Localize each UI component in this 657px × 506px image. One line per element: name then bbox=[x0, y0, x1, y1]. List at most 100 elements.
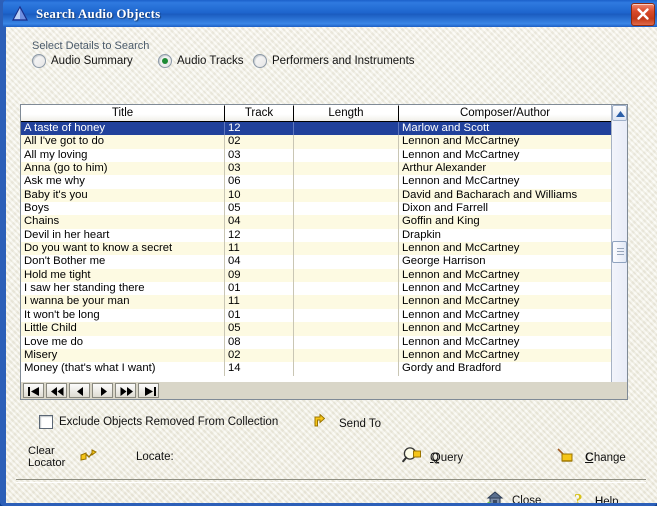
cell-composer: Lennon and McCartney bbox=[402, 148, 520, 161]
house-icon bbox=[486, 490, 504, 503]
cell-track: 06 bbox=[225, 175, 294, 189]
next-page-icon[interactable] bbox=[115, 383, 136, 398]
locate-label: Locate: bbox=[136, 451, 174, 463]
cell-title: Money (that's what I want) bbox=[21, 362, 225, 376]
table-row[interactable]: It won't be long 01 Lennon and McCartney bbox=[21, 308, 612, 323]
column-header-track[interactable]: Track bbox=[225, 105, 294, 121]
cell-composer: Arthur Alexander bbox=[402, 162, 487, 175]
table-row[interactable]: Money (that's what I want) 14 Gordy and Br… bbox=[21, 362, 612, 376]
cell-title: Hold me tight bbox=[21, 268, 225, 283]
table-row[interactable]: All my loving 03 Lennon and McCartney bbox=[21, 148, 612, 163]
last-record-icon[interactable] bbox=[138, 383, 159, 398]
table-row[interactable]: All I've got to do 02 Lennon and McCartney bbox=[21, 135, 612, 149]
record-navigator bbox=[20, 382, 628, 400]
clear-locator-button[interactable]: Clear Locator bbox=[28, 445, 99, 469]
close-button[interactable]: Close bbox=[486, 490, 541, 503]
cell-length bbox=[294, 175, 399, 189]
cell-composer: Lennon and McCartney bbox=[402, 322, 520, 335]
cell-track: 04 bbox=[225, 215, 294, 229]
magnifier-icon bbox=[402, 446, 422, 469]
pencil-folder-icon bbox=[555, 446, 577, 469]
table-row[interactable]: Devil in her heart 12 Drapkin bbox=[21, 228, 612, 243]
grid-vertical-scrollbar[interactable] bbox=[611, 105, 627, 399]
search-options-radio-group: Audio Summary Audio Tracks Performers an… bbox=[32, 54, 632, 72]
cell-composer: Goffin and King bbox=[402, 215, 480, 228]
checkbox-box-icon[interactable] bbox=[39, 415, 53, 429]
radio-dot-icon bbox=[32, 54, 46, 68]
cell-title: Little Child bbox=[21, 322, 225, 336]
radio-performers-and-instruments[interactable]: Performers and Instruments bbox=[253, 54, 415, 68]
close-icon[interactable] bbox=[631, 3, 655, 26]
cell-composer: Lennon and McCartney bbox=[402, 282, 520, 295]
table-row[interactable]: I saw her standing there 01 Lennon and McC… bbox=[21, 282, 612, 296]
cell-title: I wanna be your man bbox=[21, 295, 225, 309]
cell-track: 05 bbox=[225, 322, 294, 336]
prev-page-icon[interactable] bbox=[46, 383, 67, 398]
cell-composer: Lennon and McCartney bbox=[402, 335, 520, 348]
radio-audio-summary[interactable]: Audio Summary bbox=[32, 54, 133, 68]
cell-length bbox=[294, 148, 399, 163]
dialog-client-area: Select Details to Search Audio Summary A… bbox=[6, 27, 657, 503]
column-header-title[interactable]: Title bbox=[21, 105, 225, 121]
cell-track: 11 bbox=[225, 242, 294, 256]
table-row[interactable]: A taste of honey 12 Marlow and Scott bbox=[21, 122, 612, 136]
cell-title: Love me do bbox=[21, 335, 225, 349]
svg-text:?: ? bbox=[574, 490, 583, 503]
help-button[interactable]: ? HHelp bbox=[573, 490, 619, 503]
next-record-icon[interactable] bbox=[92, 383, 113, 398]
cell-title: All my loving bbox=[21, 148, 225, 163]
cell-title: I saw her standing there bbox=[21, 282, 225, 296]
cell-title: Anna (go to him) bbox=[21, 162, 225, 176]
cell-track: 08 bbox=[225, 335, 294, 349]
cell-composer: David and Bacharach and Williams bbox=[402, 188, 578, 201]
column-header-composer[interactable]: Composer/Author bbox=[399, 105, 611, 121]
prev-record-icon[interactable] bbox=[69, 383, 90, 398]
search-options-group-label: Select Details to Search bbox=[32, 40, 150, 52]
cell-composer: Marlow and Scott bbox=[399, 122, 612, 136]
query-button[interactable]: QQuery bbox=[402, 446, 463, 469]
table-row[interactable]: Hold me tight 09 Lennon and McCartney bbox=[21, 268, 612, 283]
cell-track: 12 bbox=[225, 122, 294, 136]
yellow-arrow-icon bbox=[311, 413, 327, 434]
cell-length bbox=[294, 188, 399, 203]
table-row[interactable]: Boys 05 Dixon and Farrell bbox=[21, 202, 612, 216]
table-row[interactable]: Ask me why 06 Lennon and McCartney bbox=[21, 175, 612, 189]
cell-composer: Lennon and McCartney bbox=[402, 135, 520, 148]
cell-title: Boys bbox=[21, 202, 225, 216]
table-row[interactable]: Chains 04 Goffin and King bbox=[21, 215, 612, 229]
table-row[interactable]: Love me do 08 Lennon and McCartney bbox=[21, 335, 612, 349]
table-row[interactable]: Do you want to know a secret 11 Lennon and… bbox=[21, 242, 612, 256]
cell-length bbox=[294, 162, 399, 176]
cell-track: 01 bbox=[225, 308, 294, 323]
table-row[interactable]: Little Child 05 Lennon and McCartney bbox=[21, 322, 612, 336]
cell-track: 10 bbox=[225, 188, 294, 203]
column-header-length[interactable]: Length bbox=[294, 105, 399, 121]
change-label: CChange bbox=[585, 451, 626, 464]
table-row[interactable]: Misery 02 Lennon and McCartney bbox=[21, 348, 612, 363]
radio-audio-tracks[interactable]: Audio Tracks bbox=[158, 54, 243, 68]
cell-track: 04 bbox=[225, 255, 294, 269]
scroll-up-icon[interactable] bbox=[612, 105, 627, 121]
table-row[interactable]: Baby it's you 10 David and Bacharach and W… bbox=[21, 188, 612, 203]
exclude-removed-label: Exclude Objects Removed From Collection bbox=[59, 416, 279, 428]
cell-length bbox=[294, 348, 399, 363]
question-mark-icon: ? bbox=[573, 490, 587, 503]
cell-length bbox=[294, 322, 399, 336]
cell-composer: Lennon and McCartney bbox=[402, 308, 520, 321]
cell-title: Devil in her heart bbox=[21, 228, 225, 243]
footer-divider bbox=[16, 479, 646, 483]
cell-length bbox=[294, 335, 399, 349]
title-bar[interactable]: Search Audio Objects bbox=[3, 0, 657, 27]
cell-track: 14 bbox=[225, 362, 294, 376]
exclude-removed-checkbox[interactable]: Exclude Objects Removed From Collection bbox=[39, 415, 278, 429]
cell-composer: Gordy and Bradford bbox=[402, 362, 502, 375]
table-row[interactable]: Anna (go to him) 03 Arthur Alexander bbox=[21, 162, 612, 176]
first-record-icon[interactable] bbox=[23, 383, 44, 398]
change-button[interactable]: CChange bbox=[555, 446, 626, 469]
scrollbar-thumb[interactable] bbox=[612, 241, 627, 263]
table-row[interactable]: I wanna be your man 11 Lennon and McCartne… bbox=[21, 295, 612, 309]
help-label: HHelp bbox=[594, 495, 619, 504]
cell-title: Do you want to know a secret bbox=[21, 242, 225, 256]
send-to-button[interactable]: Send To bbox=[311, 413, 381, 434]
table-row[interactable]: Don't Bother me 04 George Harrison bbox=[21, 255, 612, 269]
